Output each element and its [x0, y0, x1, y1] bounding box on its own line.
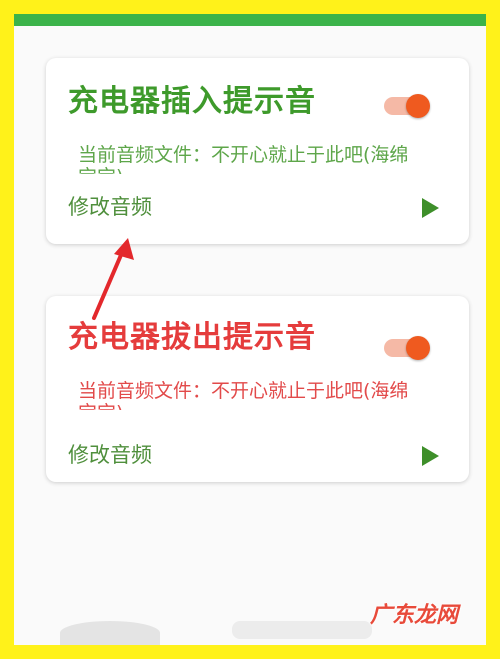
modify-audio-button[interactable]: 修改音频	[68, 194, 152, 220]
blurred-shape	[60, 621, 160, 645]
play-icon[interactable]	[422, 446, 439, 466]
annotation-arrow-icon	[92, 238, 134, 320]
modify-audio-button[interactable]: 修改音频	[68, 442, 152, 468]
screenshot-frame: 充电器插入提示音 当前音频文件：不开心就止于此吧(海绵宝宝) 修改音频 充电器拔…	[0, 0, 500, 659]
play-icon[interactable]	[422, 198, 439, 218]
blurred-shape	[232, 621, 372, 639]
insert-sound-toggle[interactable]	[384, 94, 430, 118]
remove-sound-toggle[interactable]	[384, 336, 430, 360]
watermark-logo: 广东龙网	[369, 603, 458, 628]
card-title: 充电器拔出提示音	[68, 320, 316, 355]
toggle-knob	[406, 336, 430, 360]
charger-insert-card: 充电器插入提示音 当前音频文件：不开心就止于此吧(海绵宝宝) 修改音频	[46, 58, 469, 244]
current-audio-file-label: 当前音频文件：不开心就止于此吧(海绵宝宝)	[78, 380, 409, 410]
current-audio-file-label: 当前音频文件：不开心就止于此吧(海绵宝宝)	[78, 144, 409, 174]
card-title: 充电器插入提示音	[68, 84, 316, 119]
top-status-strip	[14, 14, 486, 26]
toggle-knob	[406, 94, 430, 118]
